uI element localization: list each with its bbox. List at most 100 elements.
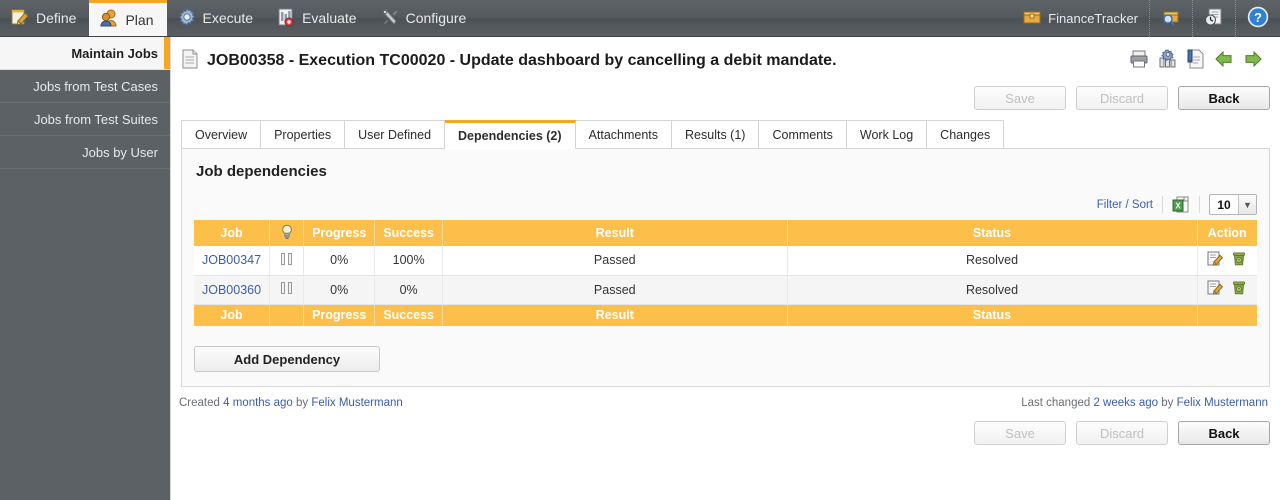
delete-icon[interactable] (1231, 251, 1247, 270)
project-label: FinanceTracker (1048, 11, 1138, 26)
discard-button-bottom[interactable]: Discard (1076, 421, 1168, 445)
panel-title: Job dependencies (196, 163, 327, 180)
page-size-value: 10 (1217, 197, 1231, 212)
cell-success: 100% (374, 246, 444, 276)
tab-user-defined[interactable]: User Defined (345, 120, 446, 148)
chevron-down-icon: ▼ (1238, 195, 1256, 214)
report-icon[interactable] (1186, 49, 1206, 72)
table-row: JOB00360 0% 0% Passed Resolved (194, 275, 1257, 305)
nav-item-configure[interactable]: Configure (370, 0, 480, 36)
document-icon (181, 49, 199, 72)
delete-icon[interactable] (1231, 280, 1247, 299)
tab-comments[interactable]: Comments (759, 120, 847, 148)
recent-items-button[interactable] (1192, 0, 1235, 37)
footer-header-status: Status (787, 304, 1198, 326)
help-icon: ? (1247, 6, 1269, 31)
next-arrow-icon[interactable] (1242, 49, 1264, 72)
excel-export-icon[interactable]: X (1163, 196, 1199, 214)
changed-when[interactable]: 2 weeks ago (1093, 397, 1158, 409)
discard-button[interactable]: Discard (1076, 86, 1168, 110)
tab-results[interactable]: Results (1) (672, 120, 760, 148)
created-info: Created 4 months ago by Felix Mustermann (179, 397, 403, 409)
cell-flag (269, 246, 305, 276)
nav-item-label: Execute (202, 10, 254, 26)
statistics-icon[interactable] (1157, 49, 1179, 72)
tab-overview[interactable]: Overview (181, 120, 262, 148)
box-search-icon (1161, 8, 1181, 29)
back-button[interactable]: Back (1178, 86, 1270, 110)
created-by[interactable]: Felix Mustermann (311, 397, 402, 409)
help-button[interactable]: ? (1235, 0, 1280, 37)
tab-work-log[interactable]: Work Log (846, 120, 928, 148)
created-by-label: by (296, 397, 309, 409)
job-link[interactable]: JOB00347 (202, 253, 261, 267)
tab-bar: Overview Properties User Defined Depende… (181, 120, 1270, 149)
footer-header-result: Result (442, 304, 788, 326)
page-size-select[interactable]: 10 ▼ (1209, 194, 1257, 215)
column-header-status[interactable]: Status (787, 220, 1198, 246)
nav-item-label: Define (36, 10, 77, 26)
nav-item-define[interactable]: Define (0, 0, 89, 36)
add-dependency-button[interactable]: Add Dependency (194, 346, 380, 372)
tools-icon (380, 7, 400, 30)
top-action-buttons: Save Discard Back (171, 82, 1280, 116)
tab-attachments[interactable]: Attachments (575, 120, 673, 148)
nav-item-evaluate[interactable]: Evaluate (266, 0, 369, 36)
changed-info: Last changed 2 weeks ago by Felix Muster… (1021, 397, 1268, 409)
column-header-flag[interactable] (269, 220, 305, 246)
top-right-tools: FinanceTracker ? (1012, 0, 1280, 37)
created-prefix: Created (179, 397, 220, 409)
cell-job: JOB00347 (194, 246, 271, 276)
sidebar-item-label: Jobs from Test Cases (33, 78, 158, 94)
project-search-button[interactable] (1149, 0, 1192, 37)
job-link[interactable]: JOB00360 (202, 283, 261, 297)
sidebar-item-label: Jobs from Test Suites (33, 111, 158, 127)
nav-item-plan[interactable]: Plan (89, 0, 167, 36)
changed-by[interactable]: Felix Mustermann (1177, 397, 1268, 409)
svg-text:?: ? (1254, 10, 1262, 25)
save-button-bottom[interactable]: Save (974, 421, 1066, 445)
footer-header-job: Job (194, 304, 271, 326)
nav-item-label: Plan (125, 11, 154, 28)
sidebar-item-jobs-by-user[interactable]: Jobs by User (0, 136, 170, 169)
sidebar-item-label: Jobs by User (82, 144, 158, 160)
toolbar-divider-2 (1199, 196, 1200, 213)
cell-progress: 0% (303, 275, 376, 305)
main-content: JOB00358 - Execution TC00020 - Update da… (170, 37, 1280, 500)
tab-dependencies[interactable]: Dependencies (2) (445, 120, 576, 149)
previous-arrow-icon[interactable] (1213, 49, 1235, 72)
bottom-action-buttons: Save Discard Back (171, 409, 1280, 445)
table-row: JOB00347 0% 100% Passed Resolved (194, 246, 1257, 276)
table-header-row: Job Progress Success Result Status Actio… (194, 220, 1257, 246)
page-title: JOB00358 - Execution TC00020 - Update da… (207, 51, 837, 69)
notepad-pencil-icon (10, 7, 30, 30)
filter-sort-link[interactable]: Filter / Sort (1097, 199, 1162, 211)
column-header-success[interactable]: Success (374, 220, 444, 246)
footer-header-success: Success (374, 304, 444, 326)
tab-changes[interactable]: Changes (927, 120, 1005, 148)
nav-item-execute[interactable]: Execute (167, 0, 267, 36)
save-button[interactable]: Save (974, 86, 1066, 110)
back-button-bottom[interactable]: Back (1178, 421, 1270, 445)
nav-item-label: Configure (405, 10, 467, 26)
table-footer-row: Job Progress Success Result Status (194, 304, 1257, 326)
print-icon[interactable] (1128, 49, 1150, 72)
edit-icon[interactable] (1207, 280, 1224, 299)
tab-properties[interactable]: Properties (261, 120, 346, 148)
cell-success: 0% (374, 275, 444, 305)
column-header-job[interactable]: Job (194, 220, 271, 246)
column-header-action: Action (1197, 220, 1257, 246)
top-navigation-bar: Define Plan Execute Evaluate Configure F… (0, 0, 1280, 37)
sidebar-item-jobs-from-test-cases[interactable]: Jobs from Test Cases (0, 70, 170, 103)
created-when[interactable]: 4 months ago (223, 397, 293, 409)
sidebar-item-jobs-from-test-suites[interactable]: Jobs from Test Suites (0, 103, 170, 136)
project-selector[interactable]: FinanceTracker (1012, 0, 1149, 37)
column-header-result[interactable]: Result (442, 220, 788, 246)
page-header: JOB00358 - Execution TC00020 - Update da… (171, 37, 1280, 82)
gear-icon (177, 7, 197, 30)
column-header-progress[interactable]: Progress (303, 220, 376, 246)
header-toolbar (1128, 49, 1270, 72)
svg-text:X: X (1175, 201, 1181, 210)
sidebar-item-maintain-jobs[interactable]: Maintain Jobs (0, 37, 170, 70)
edit-icon[interactable] (1207, 251, 1224, 270)
